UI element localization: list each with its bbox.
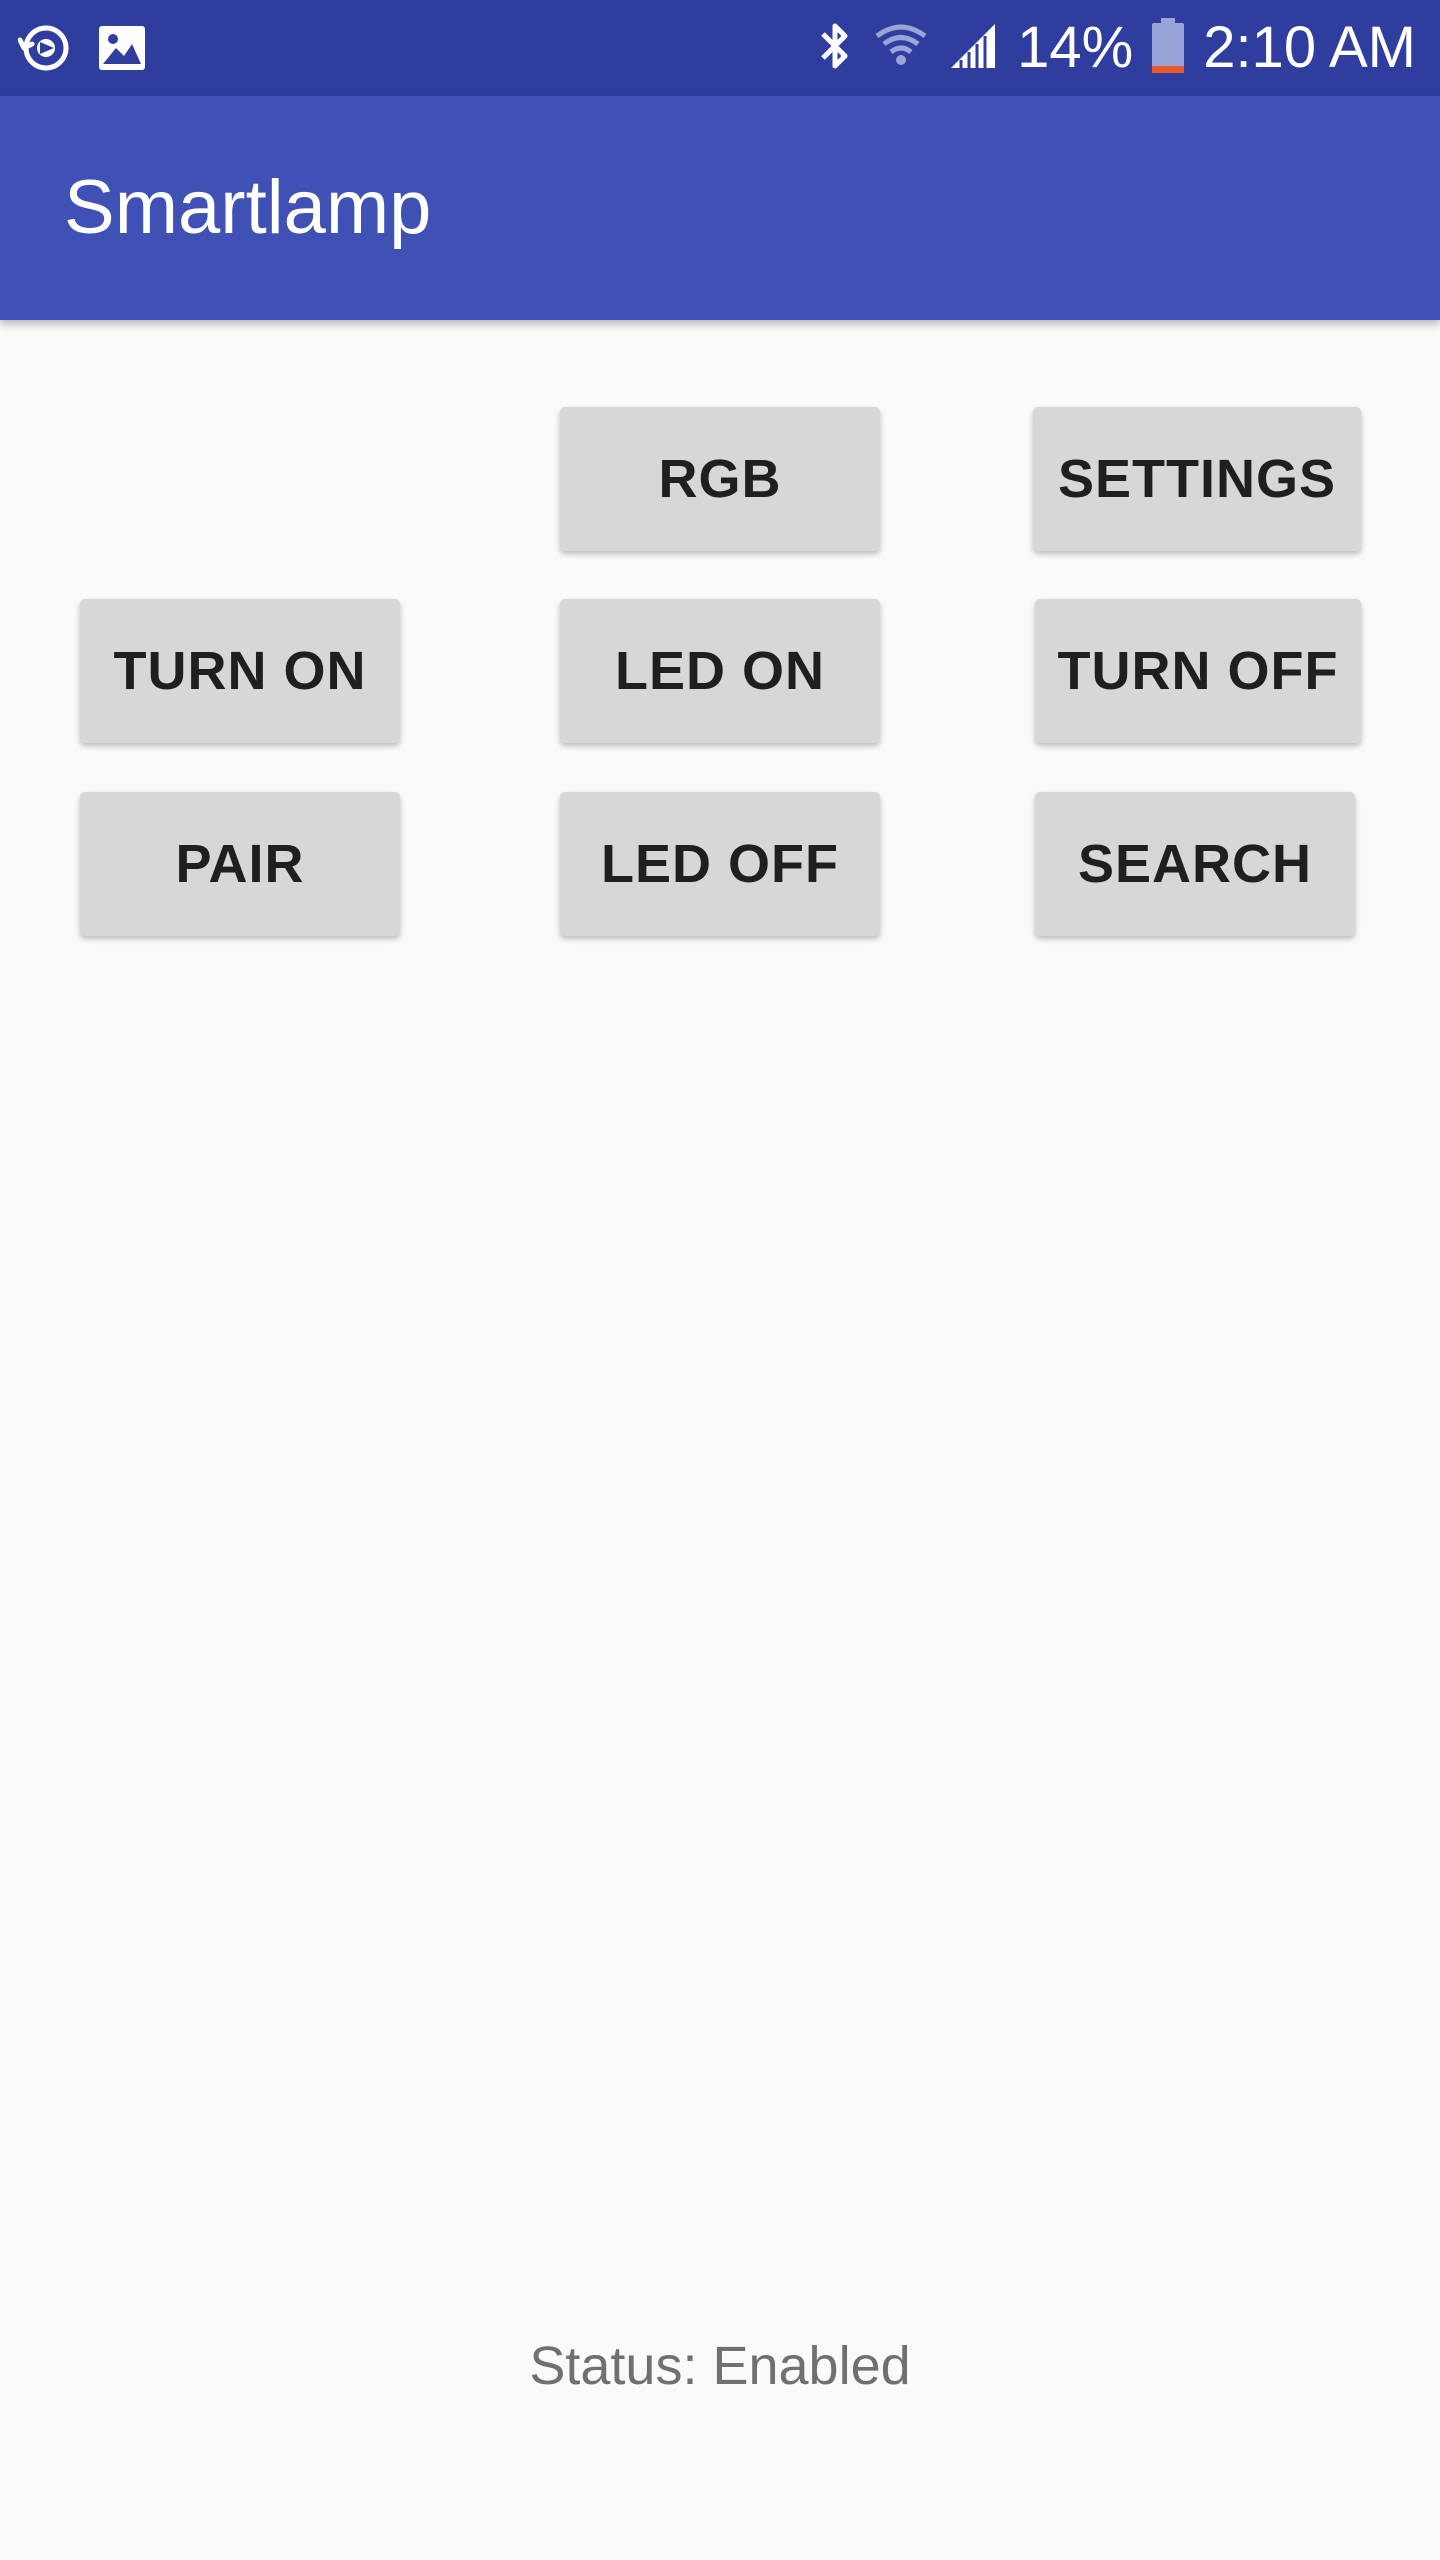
led-on-button[interactable]: LED ON <box>560 599 880 743</box>
settings-button[interactable]: SETTINGS <box>1033 407 1361 551</box>
pair-button[interactable]: PAIR <box>80 792 400 936</box>
status-right-icons: 14% 2:10 AM <box>815 0 1416 96</box>
app-bar: Smartlamp <box>0 96 1440 320</box>
clock: 2:10 AM <box>1203 15 1416 80</box>
wifi-icon <box>873 18 929 79</box>
battery-percent: 14% <box>1017 15 1134 80</box>
status-bar: 14% 2:10 AM <box>0 0 1440 96</box>
rgb-button[interactable]: RGB <box>560 407 880 551</box>
search-button[interactable]: SEARCH <box>1035 792 1355 936</box>
battery-level-fill <box>1152 65 1185 73</box>
turn-on-button[interactable]: TURN ON <box>80 599 400 743</box>
sync-icon <box>17 20 74 81</box>
led-off-button[interactable]: LED OFF <box>560 792 880 936</box>
turn-off-button[interactable]: TURN OFF <box>1035 599 1361 743</box>
battery-icon <box>1151 17 1185 80</box>
app-title: Smartlamp <box>64 165 432 250</box>
status-left-icons <box>17 20 148 81</box>
image-icon <box>96 22 148 79</box>
bluetooth-icon <box>815 18 855 79</box>
signal-icon <box>947 20 999 77</box>
status-text: Status: Enabled <box>529 2336 911 2396</box>
